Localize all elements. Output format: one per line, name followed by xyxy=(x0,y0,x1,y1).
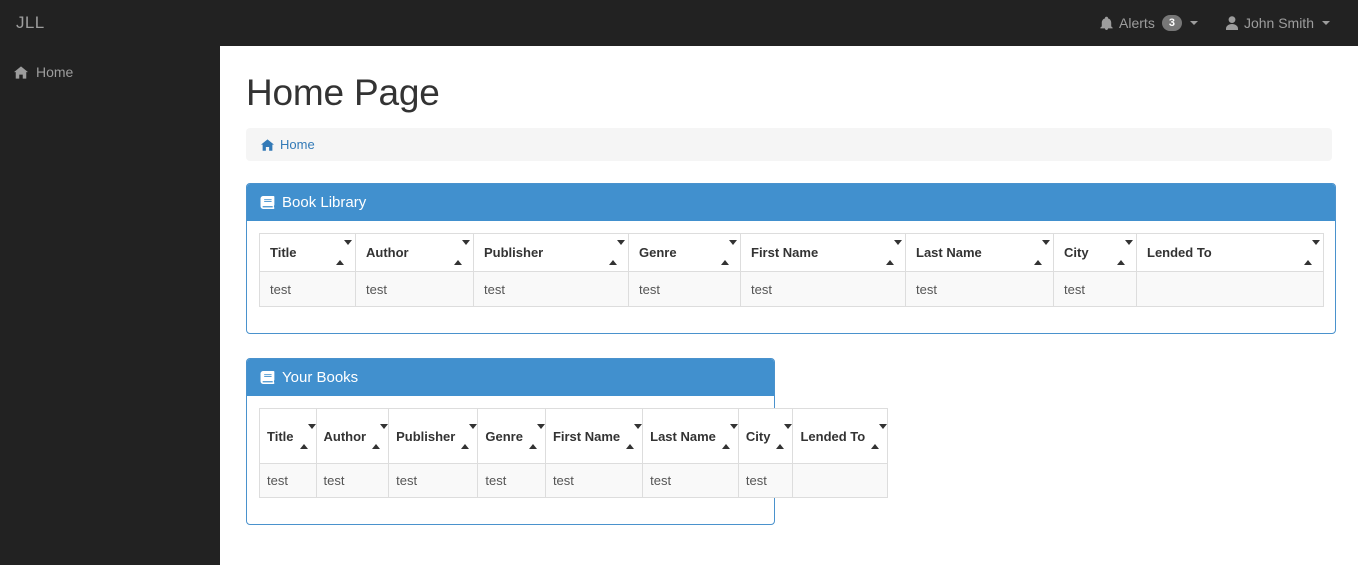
cell-genre: test xyxy=(628,271,741,307)
user-icon xyxy=(1225,16,1238,30)
panel-title: Book Library xyxy=(282,194,367,211)
column-header-publisher[interactable]: Publisher xyxy=(473,233,629,272)
cell-first-name: test xyxy=(740,271,906,307)
column-label: Author xyxy=(366,245,409,260)
column-label: Last Name xyxy=(916,245,982,260)
column-header-city[interactable]: City xyxy=(1053,233,1137,272)
book-icon xyxy=(260,371,275,384)
cell-first-name: test xyxy=(544,463,644,498)
table-row[interactable]: test test test test test test test xyxy=(259,463,889,498)
cell-title: test xyxy=(259,463,317,498)
top-navbar: JLL Alerts 3 John Smith xyxy=(0,0,1358,46)
column-label: Title xyxy=(270,245,297,260)
breadcrumb-link-home[interactable]: Home xyxy=(280,137,315,152)
cell-title: test xyxy=(259,271,356,307)
column-label: Author xyxy=(323,428,367,444)
column-label: City xyxy=(1064,245,1089,260)
home-icon xyxy=(261,138,274,151)
your-books-table: Title Author Publisher Genre First Name … xyxy=(259,408,889,498)
cell-last-name: test xyxy=(905,271,1054,307)
book-icon xyxy=(260,196,275,209)
column-header-lended-to[interactable]: Lended To xyxy=(792,408,889,464)
alerts-badge: 3 xyxy=(1161,14,1182,32)
main-content: Home Page Home Book Library Title Author… xyxy=(220,46,1358,580)
column-header-lended-to[interactable]: Lended To xyxy=(1136,233,1324,272)
sidebar-item-home[interactable]: Home xyxy=(0,56,220,88)
cell-city: test xyxy=(737,463,794,498)
column-header-genre[interactable]: Genre xyxy=(477,408,546,464)
panel-body: Title Author Publisher Genre First Name … xyxy=(247,396,889,524)
column-header-author[interactable]: Author xyxy=(355,233,474,272)
book-library-table: Title Author Publisher Genre First Name … xyxy=(259,233,1324,307)
cell-author: test xyxy=(315,463,390,498)
user-name-label: John Smith xyxy=(1243,15,1314,31)
column-label: First Name xyxy=(552,428,621,444)
chevron-down-icon xyxy=(1189,21,1198,25)
breadcrumb: Home xyxy=(246,128,1332,161)
panel-your-books: Your Books Title Author Publisher Genre … xyxy=(246,358,889,525)
table-row[interactable]: test test test test test test test xyxy=(259,271,1324,307)
sidebar: Home xyxy=(0,46,220,565)
column-header-author[interactable]: Author xyxy=(315,408,390,464)
column-header-title[interactable]: Title xyxy=(259,408,317,464)
column-label: Title xyxy=(267,428,294,444)
column-header-first-name[interactable]: First Name xyxy=(740,233,906,272)
column-label: First Name xyxy=(751,245,819,260)
cell-lended-to xyxy=(1136,271,1324,307)
cell-city: test xyxy=(1053,271,1137,307)
panel-header: Book Library xyxy=(247,184,1335,221)
table-header-row: Title Author Publisher Genre First Name … xyxy=(259,408,889,464)
column-label: Publisher xyxy=(484,245,544,260)
sidebar-item-label: Home xyxy=(36,64,74,80)
table-header: Title Author Publisher Genre First Name … xyxy=(259,408,889,464)
column-header-publisher[interactable]: Publisher xyxy=(388,408,479,464)
page-title: Home Page xyxy=(246,72,440,113)
table-header-row: Title Author Publisher Genre First Name … xyxy=(259,233,1324,272)
column-label: City xyxy=(745,428,771,444)
cell-publisher: test xyxy=(473,271,629,307)
table-header: Title Author Publisher Genre First Name … xyxy=(259,233,1324,272)
column-label: Last Name xyxy=(650,428,716,444)
table-body: test test test test test test test xyxy=(259,463,889,498)
brand-logo[interactable]: JLL xyxy=(0,0,220,46)
cell-last-name: test xyxy=(642,463,739,498)
column-header-first-name[interactable]: First Name xyxy=(544,408,644,464)
cell-author: test xyxy=(355,271,474,307)
column-label: Lended To xyxy=(800,428,866,444)
column-header-title[interactable]: Title xyxy=(259,233,356,272)
navbar-right-group: Alerts 3 John Smith xyxy=(1086,0,1358,46)
panel-book-library: Book Library Title Author Publisher Genr… xyxy=(246,183,1336,334)
user-menu[interactable]: John Smith xyxy=(1212,0,1344,46)
chevron-down-icon xyxy=(1322,21,1330,25)
alerts-menu[interactable]: Alerts 3 xyxy=(1086,0,1212,46)
column-label: Publisher xyxy=(396,428,456,444)
column-header-city[interactable]: City xyxy=(737,408,794,464)
cell-genre: test xyxy=(477,463,546,498)
column-header-last-name[interactable]: Last Name xyxy=(905,233,1054,272)
cell-publisher: test xyxy=(388,463,479,498)
column-label: Genre xyxy=(485,428,523,444)
panel-header: Your Books xyxy=(247,359,774,396)
bell-icon xyxy=(1100,16,1113,30)
cell-lended-to xyxy=(792,463,889,498)
column-label: Genre xyxy=(639,245,677,260)
panel-title: Your Books xyxy=(282,369,359,386)
column-label: Lended To xyxy=(1147,245,1212,260)
column-header-genre[interactable]: Genre xyxy=(628,233,741,272)
panel-body: Title Author Publisher Genre First Name … xyxy=(247,221,1335,333)
alerts-label: Alerts xyxy=(1119,15,1155,31)
home-icon xyxy=(14,65,28,79)
table-body: test test test test test test test xyxy=(259,271,1324,307)
column-header-last-name[interactable]: Last Name xyxy=(642,408,739,464)
